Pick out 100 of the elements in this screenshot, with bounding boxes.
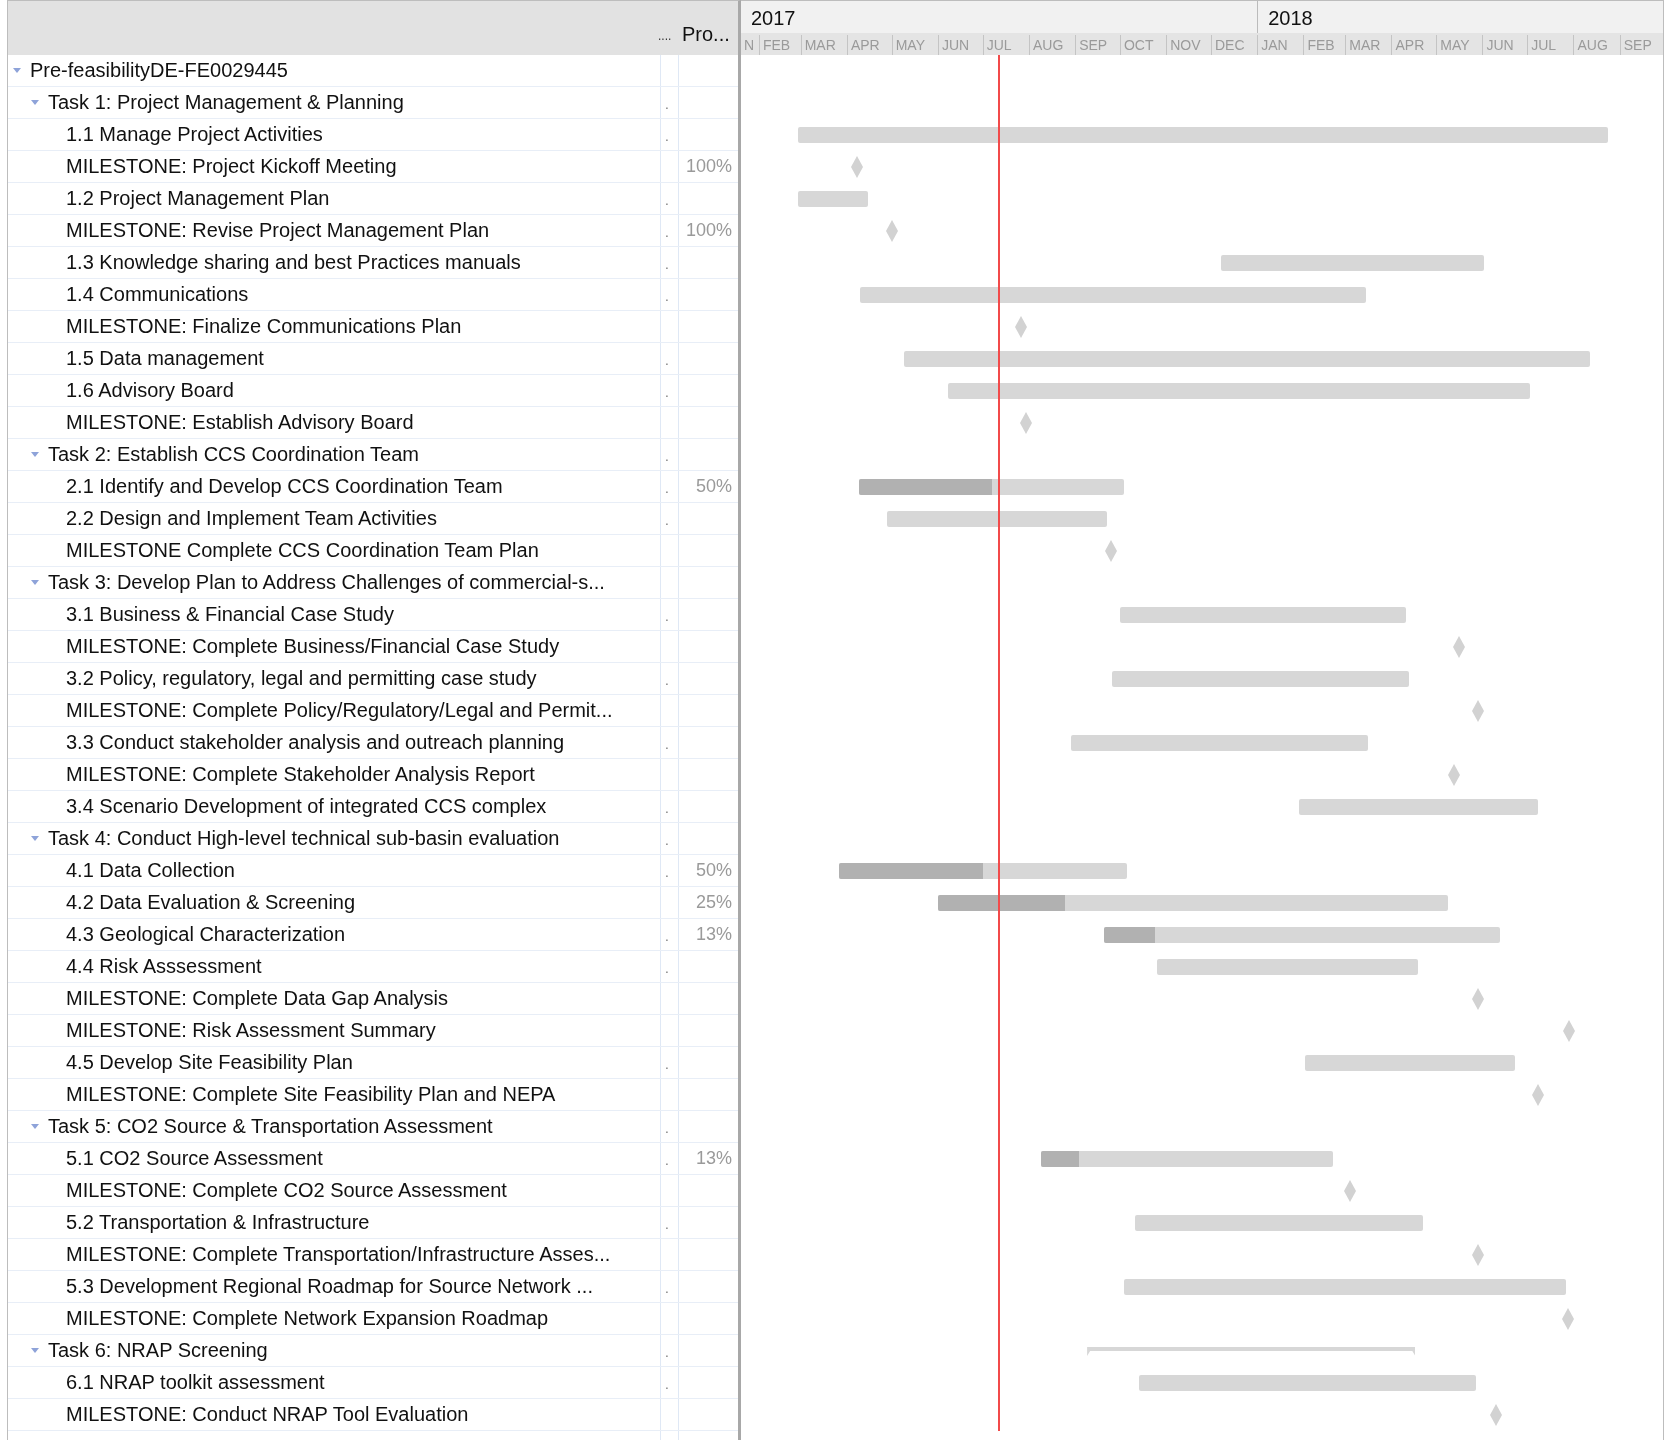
milestone-diamond-icon[interactable] (851, 156, 864, 178)
table-cell: . (665, 1122, 669, 1136)
task-name: Task 4: Conduct High-level technical sub-basin evaluation (48, 827, 560, 850)
progress-text: 100% (685, 220, 732, 241)
progress-text: 50% (695, 476, 732, 497)
table-cell: . (665, 514, 669, 528)
table-cell: . (665, 1346, 669, 1360)
table-cell: . (665, 130, 669, 144)
table-cell: . (665, 1282, 669, 1296)
task-bar[interactable] (860, 287, 1367, 303)
column-header[interactable]: .... (658, 1, 676, 55)
table-cell: . (665, 674, 669, 688)
year-label: 2017 (750, 7, 796, 31)
task-bar[interactable] (937, 895, 1449, 911)
progress-text: 25% (695, 892, 732, 913)
month-label: JUN (1482, 35, 1514, 55)
task-name: 3.4 Scenario Development of integrated CCS complex (66, 795, 547, 818)
milestone-diamond-icon[interactable] (1343, 1180, 1356, 1202)
task-bar[interactable] (1304, 1055, 1516, 1071)
task-name: Task 3: Develop Plan to Address Challenges of commercial-s... (48, 571, 605, 594)
task-name: MILESTONE: Project Kickoff Meeting (66, 155, 397, 178)
task-bar[interactable] (1112, 671, 1410, 687)
month-label: JUN (937, 35, 970, 55)
month-label: AUG (1573, 35, 1608, 55)
task-name: MILESTONE: Complete Network Expansion Roadmap (66, 1307, 549, 1330)
task-bar[interactable] (797, 127, 1608, 143)
task-bar[interactable] (1040, 1151, 1334, 1167)
month-label: DEC (1210, 35, 1245, 55)
month-label: AUG (1028, 35, 1064, 55)
task-name: MILESTONE: Complete Stakeholder Analysis Report (66, 763, 535, 786)
task-name: 3.1 Business & Financial Case Study (66, 603, 394, 626)
task-name: MILESTONE: Conduct NRAP Tool Evaluation (66, 1403, 469, 1426)
task-bar[interactable] (858, 479, 1125, 495)
task-name: MILESTONE: Complete Business/Financial Case Study (66, 635, 560, 658)
task-bar[interactable] (797, 191, 868, 207)
milestone-diamond-icon[interactable] (1531, 1084, 1544, 1106)
table-cell: . (665, 738, 669, 752)
task-name: Task 2: Establish CCS Coordination Team (48, 443, 419, 466)
task-name: 1.4 Communications (66, 283, 249, 306)
table-cell: . (665, 98, 669, 112)
task-name: MILESTONE: Revise Project Management Plan (66, 219, 490, 242)
task-bar[interactable] (1298, 799, 1538, 815)
task-name: MILESTONE: Complete CO2 Source Assessment (66, 1179, 507, 1202)
task-name: MILESTONE: Complete Data Gap Analysis (66, 987, 448, 1010)
task-bar[interactable] (1103, 927, 1501, 943)
milestone-diamond-icon[interactable] (1489, 1404, 1502, 1426)
month-label: MAR (1345, 35, 1381, 55)
month-label: OCT (1119, 35, 1154, 55)
table-cell: . (665, 258, 669, 272)
milestone-diamond-icon[interactable] (1452, 636, 1465, 658)
task-name: 3.3 Conduct stakeholder analysis and outreach planning (66, 731, 565, 754)
task-name: 4.4 Risk Asssessment (66, 955, 262, 978)
milestone-diamond-icon[interactable] (1472, 1244, 1484, 1266)
milestone-diamond-icon[interactable] (1448, 764, 1461, 786)
column-header[interactable]: Pro... (676, 1, 738, 55)
milestone-diamond-icon[interactable] (1015, 316, 1028, 338)
month-label: NOV (1166, 35, 1201, 55)
month-label: SEP (1075, 35, 1108, 55)
table-cell: . (665, 802, 669, 816)
table-cell: . (665, 450, 669, 464)
task-bar[interactable] (1157, 959, 1419, 975)
task-name: 3.2 Policy, regulatory, legal and permitting case study (66, 667, 537, 690)
month-label: FEB (1303, 35, 1335, 55)
month-label: JUL (1527, 35, 1557, 55)
milestone-diamond-icon[interactable] (1105, 540, 1117, 562)
task-bar[interactable] (948, 383, 1531, 399)
milestone-diamond-icon[interactable] (1472, 700, 1484, 722)
task-bar[interactable] (839, 863, 1128, 879)
month-label: FEB (758, 35, 791, 55)
task-name: Task 1: Project Management & Planning (48, 91, 404, 114)
task-bar[interactable] (1124, 1279, 1566, 1295)
task-bar[interactable] (1134, 1215, 1423, 1231)
task-name: MILESTONE: Risk Assessment Summary (66, 1019, 436, 1042)
task-name: MILESTONE Complete CCS Coordination Team Plan (66, 539, 539, 562)
month-label: APR (1391, 35, 1425, 55)
table-cell: . (665, 290, 669, 304)
milestone-diamond-icon[interactable] (1561, 1308, 1574, 1330)
milestone-diamond-icon[interactable] (1563, 1020, 1575, 1042)
progress-text: 100% (685, 156, 732, 177)
table-cell: . (665, 354, 669, 368)
task-bar[interactable] (903, 351, 1590, 367)
milestone-diamond-icon[interactable] (1019, 412, 1032, 434)
task-name: 2.1 Identify and Develop CCS Coordination Team (66, 475, 503, 498)
task-bar[interactable] (1119, 607, 1407, 623)
task-name: 1.6 Advisory Board (66, 379, 234, 402)
milestone-diamond-icon[interactable] (1472, 988, 1484, 1010)
month-label: JAN (1257, 35, 1288, 55)
table-cell: . (665, 1058, 669, 1072)
task-bar[interactable] (1139, 1375, 1477, 1391)
progress-text: 50% (695, 860, 732, 881)
milestone-diamond-icon[interactable] (885, 220, 898, 242)
task-name: 5.2 Transportation & Infrastructure (66, 1211, 370, 1234)
task-bar[interactable] (1221, 255, 1484, 271)
task-bar[interactable] (887, 511, 1107, 527)
summary-bar[interactable] (1087, 1347, 1416, 1356)
task-bar[interactable] (1070, 735, 1368, 751)
table-cell: . (665, 194, 669, 208)
task-name: MILESTONE: Complete Transportation/Infrastructure Asses... (66, 1243, 611, 1266)
month-label: JUL (982, 35, 1012, 55)
month-label: MAY (891, 35, 925, 55)
